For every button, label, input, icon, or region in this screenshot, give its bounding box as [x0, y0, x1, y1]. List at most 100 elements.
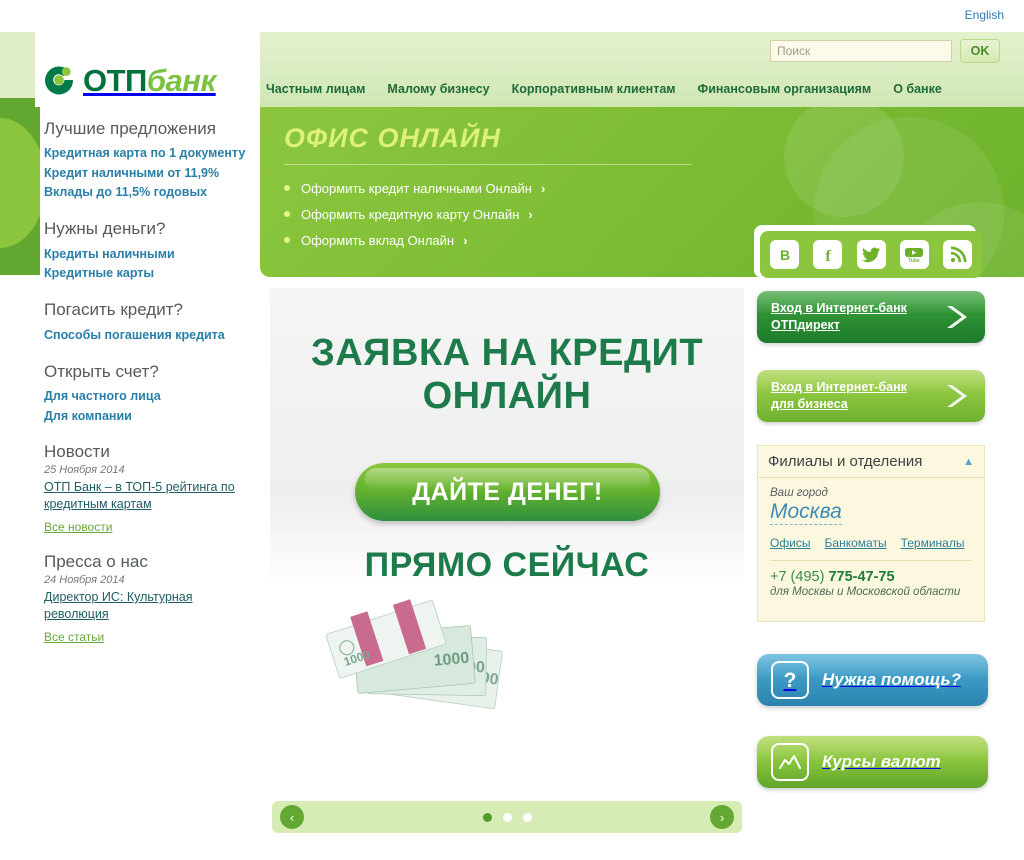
branches-title: Филиалы и отделения — [768, 453, 923, 470]
chevron-right-icon: › — [528, 206, 533, 222]
sidebar-heading-need-money: Нужны деньги? — [44, 219, 166, 239]
phone-code: +7 (495) — [770, 569, 825, 586]
list-item: Оформить кредит наличными Онлайн › — [284, 175, 545, 201]
branches-phone: +7 (495) 775-47-75 — [770, 569, 972, 585]
office-divider — [284, 164, 692, 165]
branches-body: Ваш город Москва Офисы Банкоматы Термина… — [758, 478, 984, 598]
internet-bank-otpdirect-button[interactable]: Вход в Интернет-банк ОТПдирект — [757, 291, 985, 343]
banner-cta-button[interactable]: ДАЙТЕ ДЕНЕГ! — [355, 463, 660, 521]
branches-link-terminals[interactable]: Терминалы — [901, 536, 965, 550]
ib-business-label: Вход в Интернет-банк для бизнеса — [771, 379, 931, 414]
help-button-label: Нужна помощь? — [822, 670, 962, 689]
ib-otpdirect-line1: Вход в Интернет-банк — [771, 301, 907, 315]
nav-item-small-business[interactable]: Малому бизнесу — [387, 82, 489, 96]
office-link-credit-card[interactable]: Оформить кредитную карту Онлайн — [301, 207, 519, 222]
svg-text:f: f — [825, 248, 831, 264]
hero-banner[interactable]: ЗАЯВКА НА КРЕДИТ ОНЛАЙН ДАЙТЕ ДЕНЕГ! ПРЯ… — [270, 288, 744, 788]
carousel-dot-1[interactable] — [482, 812, 492, 822]
internet-bank-business-button[interactable]: Вход в Интернет-банк для бизнеса — [757, 370, 985, 422]
carousel-next-button[interactable]: › — [710, 805, 734, 829]
sidebar-group-need-money: Нужны деньги? Кредиты наличными Кредитны… — [44, 218, 259, 283]
nav-item-private[interactable]: Частным лицам — [266, 82, 365, 96]
city-label: Ваш город — [770, 487, 828, 499]
ib-otpdirect-label: Вход в Интернет-банк ОТПдирект — [771, 300, 931, 335]
facebook-icon[interactable]: f — [813, 240, 843, 269]
bullet-dot-icon — [284, 185, 290, 191]
sidebar-link-for-person[interactable]: Для частного лица — [44, 387, 259, 406]
sidebar-heading-offers: Лучшие предложения — [44, 119, 216, 138]
sidebar-group-offers: Лучшие предложения Кредитная карта по 1 … — [44, 118, 259, 202]
branches-link-offices[interactable]: Офисы — [770, 536, 811, 550]
branches-divider — [770, 560, 972, 562]
branches-header[interactable]: Филиалы и отделения ▲ — [758, 446, 984, 478]
sidebar-link-cash-credit[interactable]: Кредит наличными от 11,9% — [44, 164, 259, 183]
social-links-bar: B f Tube — [760, 231, 982, 278]
page-root: English ОТПбанк Частным лицам Малому биз… — [0, 0, 1024, 860]
chart-icon — [771, 743, 809, 781]
logo-otp: ОТП — [83, 62, 147, 98]
sidebar-heading-repay: Погасить кредит? — [44, 300, 183, 320]
rss-icon[interactable] — [943, 240, 972, 269]
sidebar-link-repay-methods[interactable]: Способы погашения кредита — [44, 326, 259, 345]
banner-cta-label: ДАЙТЕ ДЕНЕГ! — [412, 477, 603, 506]
chevron-up-icon[interactable]: ▲ — [963, 456, 974, 468]
nav-item-financial[interactable]: Финансовым организациям — [698, 82, 872, 96]
logo[interactable]: ОТПбанк — [42, 58, 242, 102]
sidebar-link-credit-cards[interactable]: Кредитные карты — [44, 264, 259, 283]
sidebar-heading-news: Новости — [44, 442, 110, 461]
office-online-list: Оформить кредит наличными Онлайн › Оформ… — [284, 175, 545, 253]
ib-business-line2: для бизнеса — [771, 397, 848, 412]
carousel-dot-2[interactable] — [502, 812, 512, 822]
office-link-deposit[interactable]: Оформить вклад Онлайн — [301, 233, 454, 248]
search-submit-button[interactable]: OK — [960, 39, 1000, 63]
twitter-icon[interactable] — [856, 240, 886, 269]
left-decor-inner — [0, 98, 40, 275]
sidebar-link-credit-card-1doc[interactable]: Кредитная карта по 1 документу — [44, 144, 259, 163]
office-link-cash-credit[interactable]: Оформить кредит наличными Онлайн — [301, 181, 532, 196]
otp-logo-mark-icon — [42, 63, 76, 97]
search-area: OK — [770, 39, 1000, 63]
bullet-dot-icon — [284, 237, 290, 243]
main-nav: Частным лицам Малому бизнесу Корпоративн… — [266, 78, 942, 100]
sidebar-group-open-account: Открыть счет? Для частного лица Для комп… — [44, 361, 259, 426]
vk-icon[interactable]: B — [770, 240, 799, 269]
banner-line-2: ОНЛАЙН — [422, 374, 592, 417]
left-decor-strip — [0, 32, 40, 275]
sidebar-group-press: Пресса о нас 24 Ноября 2014 Директор ИС:… — [44, 552, 259, 646]
rubles-banknotes-image: 1000 1000 1000 1000 — [310, 593, 540, 738]
news-date: 25 Ноября 2014 — [44, 464, 125, 476]
nav-item-about[interactable]: О банке — [893, 82, 942, 96]
press-date: 24 Ноября 2014 — [44, 574, 125, 586]
press-headline-link[interactable]: Директор ИС: Культурная революция — [44, 589, 259, 622]
sidebar-link-deposits[interactable]: Вклады до 11,5% годовых — [44, 183, 259, 202]
language-switch-link[interactable]: English — [965, 8, 1004, 22]
sidebar-link-for-company[interactable]: Для компании — [44, 407, 259, 426]
sidebar-link-cash-loans[interactable]: Кредиты наличными — [44, 245, 259, 264]
left-sidebar: Лучшие предложения Кредитная карта по 1 … — [44, 118, 259, 662]
help-button[interactable]: ? Нужна помощь? — [757, 654, 988, 706]
search-input[interactable] — [770, 40, 952, 62]
branches-link-atms[interactable]: Банкоматы — [825, 536, 887, 550]
news-headline-link[interactable]: ОТП Банк – в ТОП-5 рейтинга по кредитным… — [44, 479, 259, 512]
sidebar-heading-open-account: Открыть счет? — [44, 362, 159, 381]
carousel-dots — [272, 801, 742, 833]
carousel-dot-3[interactable] — [522, 812, 532, 822]
rates-button[interactable]: Курсы валют — [757, 736, 988, 788]
svg-text:1000: 1000 — [433, 650, 470, 670]
chevron-right-icon — [943, 382, 969, 410]
chevron-right-icon: › — [541, 180, 546, 196]
chevron-right-icon — [943, 303, 969, 331]
city-selector[interactable]: Москва — [770, 499, 842, 526]
office-online-title: ОФИС ОНЛАЙН — [284, 123, 501, 153]
sidebar-group-repay: Погасить кредит? Способы погашения креди… — [44, 299, 259, 345]
banner-line-3: ПРЯМО СЕЙЧАС — [364, 546, 650, 584]
list-item: Оформить вклад Онлайн › — [284, 227, 545, 253]
youtube-icon[interactable]: Tube — [899, 240, 929, 269]
svg-text:B: B — [779, 247, 789, 263]
sidebar-heading-press: Пресса о нас — [44, 552, 148, 571]
press-all-link[interactable]: Все статьи — [44, 630, 104, 644]
nav-item-corporate[interactable]: Корпоративным клиентам — [512, 82, 676, 96]
logo-bank: банк — [146, 62, 216, 98]
banner-heading: ЗАЯВКА НА КРЕДИТ ОНЛАЙН — [270, 332, 744, 417]
news-all-link[interactable]: Все новости — [44, 520, 112, 534]
